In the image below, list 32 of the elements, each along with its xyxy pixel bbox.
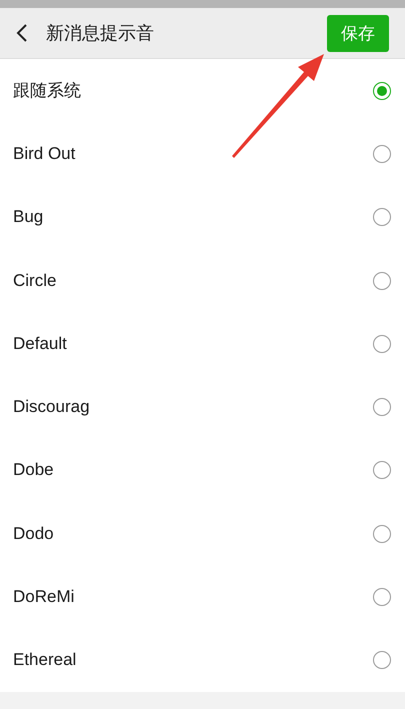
ringtone-option[interactable]: Ethereal	[0, 628, 405, 692]
option-label: Ethereal	[13, 650, 76, 670]
ringtone-option[interactable]: Bird Out	[0, 122, 405, 186]
radio-button[interactable]	[373, 144, 391, 163]
ringtone-option[interactable]: Discourag	[0, 375, 405, 439]
option-label: Dodo	[13, 524, 54, 544]
radio-button[interactable]	[373, 272, 391, 290]
ringtone-option[interactable]: Dodo	[0, 502, 405, 566]
radio-button[interactable]	[373, 82, 391, 100]
option-label: Bug	[13, 207, 44, 228]
option-label: DoReMi	[13, 587, 74, 608]
ringtone-option[interactable]: Default	[0, 312, 405, 376]
option-label: Bird Out	[13, 144, 76, 164]
ringtone-option[interactable]: Circle	[0, 248, 405, 312]
radio-button[interactable]	[373, 588, 391, 606]
radio-button[interactable]	[373, 398, 391, 416]
ringtone-option[interactable]: Dobe	[0, 438, 405, 502]
radio-button[interactable]	[373, 208, 391, 226]
radio-button[interactable]	[373, 461, 391, 480]
ringtone-option[interactable]: Bug	[0, 186, 405, 249]
radio-button[interactable]	[373, 334, 391, 353]
ringtone-option[interactable]: 跟随系统	[0, 59, 405, 122]
ringtone-option[interactable]: DoReMi	[0, 565, 405, 629]
option-label: Discourag	[13, 397, 90, 418]
option-label: 跟随系统	[13, 80, 81, 102]
option-label: Default	[13, 334, 67, 354]
page-title: 新消息提示音	[46, 22, 155, 45]
option-label: Circle	[13, 270, 56, 291]
option-label: Dobe	[13, 460, 54, 480]
back-icon[interactable]	[16, 23, 28, 43]
radio-button[interactable]	[373, 651, 391, 670]
radio-button[interactable]	[373, 524, 391, 543]
